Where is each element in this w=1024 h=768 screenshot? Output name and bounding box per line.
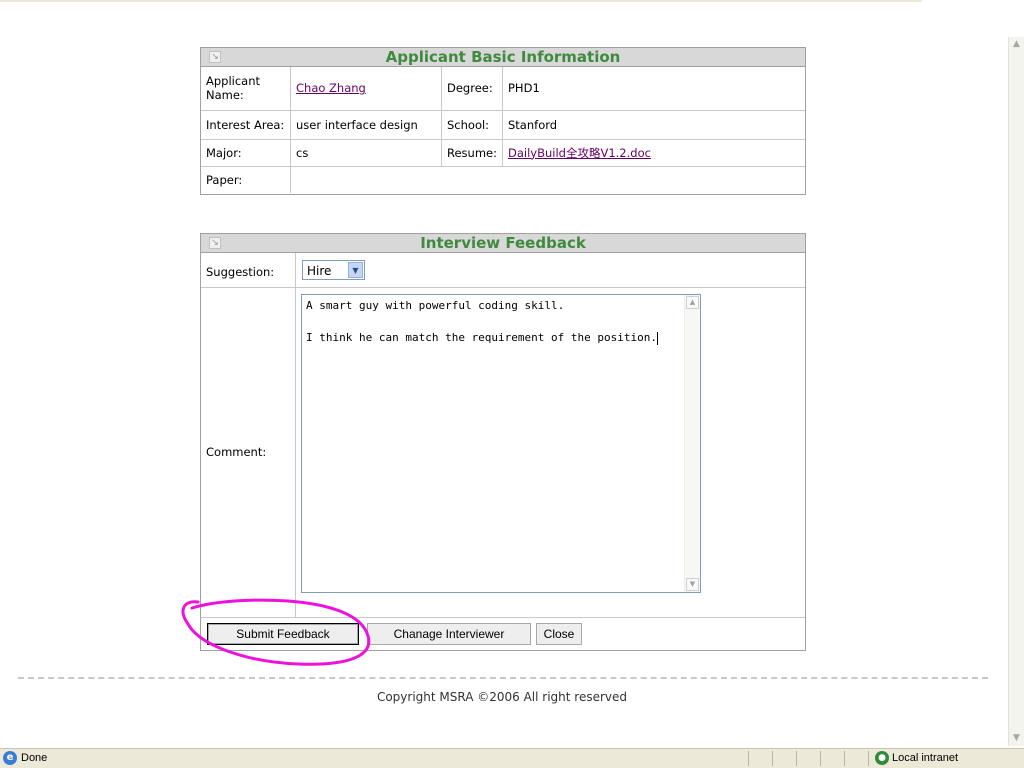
textarea-scrollbar[interactable]: ▲ ▼ [684,295,700,592]
applicant-name-link[interactable]: Chao Zhang [296,81,366,95]
interest-area-label: Interest Area: [201,109,291,140]
status-divider [796,751,797,766]
interview-feedback-panel: ↘ Interview Feedback Suggestion: Hire ▼ … [200,233,806,651]
security-zone-label: Local intranet [892,752,959,764]
suggestion-select[interactable]: Hire ▼ [302,260,365,280]
applicant-name-label: Applicant Name: [201,67,291,111]
ie-page-icon: e [3,751,17,765]
text-caret [657,331,658,345]
resume-label: Resume: [441,138,503,167]
status-bar: e Done ● Local intranet [0,748,1024,768]
expand-icon[interactable]: ↘ [209,51,221,63]
degree-value: PHD1 [502,67,805,111]
paper-value [290,165,805,193]
top-strip [0,0,922,2]
table-row: Paper: [201,165,805,193]
chevron-down-icon[interactable]: ▼ [348,262,363,278]
change-interviewer-button[interactable]: Chanage Interviewer [367,623,531,645]
close-button[interactable]: Close [536,623,582,645]
suggestion-row: Suggestion: Hire ▼ [201,253,805,288]
interest-area-value: user interface design [290,109,442,140]
table-row: Applicant Name: Chao Zhang Degree: PHD1 [201,67,805,111]
school-value: Stanford [502,109,805,140]
scroll-down-icon[interactable]: ▼ [686,578,699,591]
page-scrollbar[interactable]: ▲ ▼ [1008,37,1024,746]
comment-textarea[interactable]: A smart guy with powerful coding skill. … [301,294,701,593]
footer-divider [18,677,988,679]
annotation-circle [181,598,371,666]
comment-row: Comment: A smart guy with powerful codin… [201,288,805,618]
status-text: Done [21,752,48,764]
globe-icon: ● [875,751,889,765]
applicant-info-title: Applicant Basic Information [385,48,621,66]
scroll-down-icon[interactable]: ▼ [1009,731,1024,746]
suggestion-label: Suggestion: [206,265,275,279]
divider [295,288,296,617]
suggestion-selected-value: Hire [307,264,332,278]
interview-feedback-title: Interview Feedback [420,234,586,252]
applicant-info-header: ↘ Applicant Basic Information [201,48,805,67]
major-label: Major: [201,138,291,167]
status-divider [844,751,845,766]
table-row: Interest Area: user interface design Sch… [201,109,805,140]
table-row: Major: cs Resume: DailyBuild全攻略V1.2.doc [201,138,805,167]
comment-label: Comment: [206,445,267,459]
degree-label: Degree: [441,67,503,111]
comment-text: A smart guy with powerful coding skill. … [306,299,657,344]
applicant-info-panel: ↘ Applicant Basic Information Applicant … [200,47,806,195]
status-divider [868,751,869,766]
interview-feedback-header: ↘ Interview Feedback [201,234,805,253]
applicant-info-table: Applicant Name: Chao Zhang Degree: PHD1 … [201,67,805,193]
divider [295,253,296,287]
status-divider [772,751,773,766]
expand-icon[interactable]: ↘ [209,237,221,249]
resume-link[interactable]: DailyBuild全攻略V1.2.doc [508,146,651,160]
status-divider [748,751,749,766]
status-divider [820,751,821,766]
scroll-up-icon[interactable]: ▲ [1009,37,1024,52]
copyright-text: Copyright MSRA ©2006 All right reserved [376,690,628,704]
major-value: cs [290,138,442,167]
paper-label: Paper: [201,165,291,193]
school-label: School: [441,109,503,140]
scroll-up-icon[interactable]: ▲ [686,296,699,309]
